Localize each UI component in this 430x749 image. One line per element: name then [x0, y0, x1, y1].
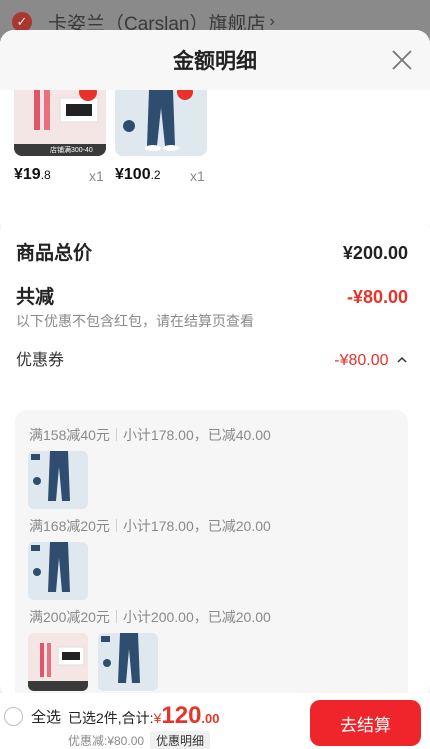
jeans-product-image[interactable] [115, 90, 207, 156]
jeans-product-image [28, 542, 88, 600]
coupon-row[interactable]: 优惠券 -¥80.00 [16, 346, 408, 370]
checkout-bar: 全选 已选2件,合计:¥120.00 优惠减:¥80.00 优惠明细 去结算 [0, 693, 430, 749]
lipstick-product-image[interactable]: 店铺满300-40 [14, 90, 106, 156]
coupon-rule: 满200减20元 小计200.00，已减20.00 [29, 609, 271, 625]
coupon-breakdown: 满158减40元 小计178.00，已减40.00 满168减20元 小计178.0… [15, 410, 408, 693]
product-qty: x1 [89, 168, 104, 184]
jeans-product-image [98, 633, 158, 691]
selected-summary: 已选2件,合计:¥120.00 [68, 702, 220, 729]
close-button[interactable] [390, 48, 414, 72]
lipstick-product-image [28, 633, 88, 691]
store-check-icon[interactable]: ✓ [12, 12, 32, 32]
coupon-label: 优惠券 [16, 352, 65, 369]
select-all-toggle[interactable]: 全选 [4, 706, 61, 727]
chevron-up-icon[interactable] [396, 355, 408, 365]
amount-detail-sheet: 金额明细 店铺满300-40 ¥19.8 x1 ¥100.2 x1 商品总价 ¥… [0, 30, 430, 693]
select-all-label: 全选 [31, 709, 62, 726]
total-price-value: ¥200.00 [342, 243, 408, 263]
total-price-row: 商品总价 ¥200.00 [16, 238, 408, 265]
discount-note: 以下优惠不包含红包，请在结算页查看 [16, 313, 254, 329]
coupon-value-group[interactable]: -¥80.00 [334, 352, 408, 370]
sheet-header: 金额明细 [0, 30, 430, 90]
coupon-rule: 满168减20元 小计178.00，已减20.00 [29, 518, 271, 534]
radio-icon[interactable] [4, 707, 23, 726]
discount-row: 共减 -¥80.00 [16, 282, 408, 309]
product-qty: x1 [190, 168, 205, 184]
sheet-title: 金额明细 [173, 50, 257, 73]
discount-summary: 优惠减:¥80.00 优惠明细 [68, 731, 211, 749]
coupon-rule: 满158减40元 小计178.00，已减40.00 [29, 427, 271, 443]
jeans-product-image [28, 451, 88, 509]
close-icon [392, 50, 412, 70]
discount-label: 共减 [16, 287, 55, 308]
coupon-value: -¥80.00 [334, 352, 389, 369]
chevron-right-icon: › [269, 13, 275, 30]
discount-value: -¥80.00 [346, 287, 408, 307]
total-price-label: 商品总价 [16, 243, 93, 264]
product-price: ¥19.8 [14, 166, 51, 183]
discount-detail-button[interactable]: 优惠明细 [150, 731, 211, 749]
store-promo-tag: 店铺满300-40 [50, 147, 93, 154]
price-detail-card: 商品总价 ¥200.00 共减 -¥80.00 以下优惠不包含红包，请在结算页查… [0, 218, 430, 693]
product-price: ¥100.2 [115, 166, 161, 183]
product-list: 店铺满300-40 ¥19.8 x1 ¥100.2 x1 [0, 90, 430, 234]
checkout-button[interactable]: 去结算 [310, 700, 421, 746]
